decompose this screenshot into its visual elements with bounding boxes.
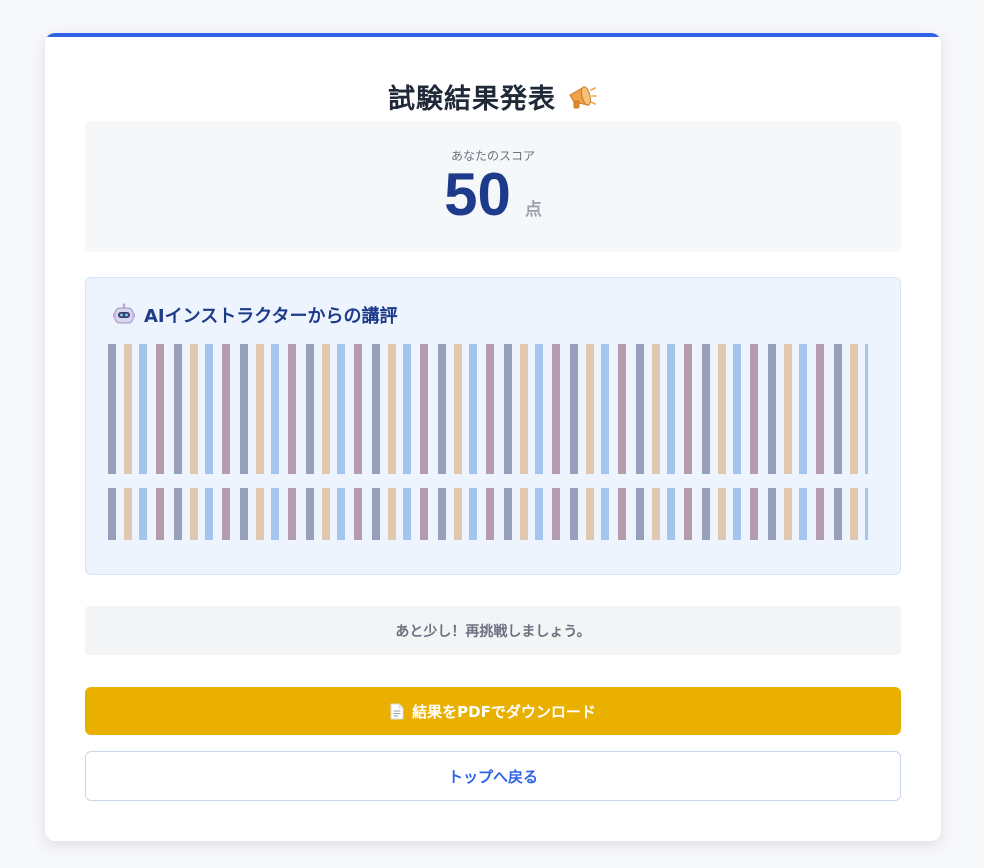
back-to-top-button[interactable]: トップへ戻る [85, 751, 901, 801]
download-pdf-button[interactable]: 結果をPDFでダウンロード [85, 687, 901, 735]
title-row: 試験結果発表 [45, 77, 941, 116]
score-value: 50 [444, 161, 511, 228]
download-button-label: 結果をPDFでダウンロード [412, 702, 596, 721]
encouragement-text: あと少し！再挑戦しましょう。 [395, 623, 591, 640]
document-icon [390, 703, 404, 720]
score-panel: あなたのスコア 50 点 [85, 121, 901, 252]
megaphone-icon [566, 81, 598, 113]
score-value-row: 50 点 [85, 165, 901, 225]
robot-icon [112, 303, 136, 327]
feedback-heading-row: AIインストラクターからの講評 [112, 302, 398, 328]
back-button-label: トップへ戻る [447, 767, 538, 786]
feedback-panel: AIインストラクターからの講評 [85, 277, 901, 575]
result-card: 試験結果発表 あなたのスコア 50 点 AIインストラクターからの講評 あと少し… [45, 33, 941, 841]
score-unit: 点 [524, 200, 542, 220]
feedback-heading: AIインストラクターからの講評 [144, 306, 398, 327]
feedback-text [108, 344, 868, 554]
accent-bar [45, 33, 941, 37]
feedback-paragraph-1 [108, 344, 868, 474]
encouragement-banner: あと少し！再挑戦しましょう。 [85, 606, 901, 655]
feedback-paragraph-2 [108, 488, 868, 540]
page-title: 試験結果発表 [388, 84, 556, 115]
